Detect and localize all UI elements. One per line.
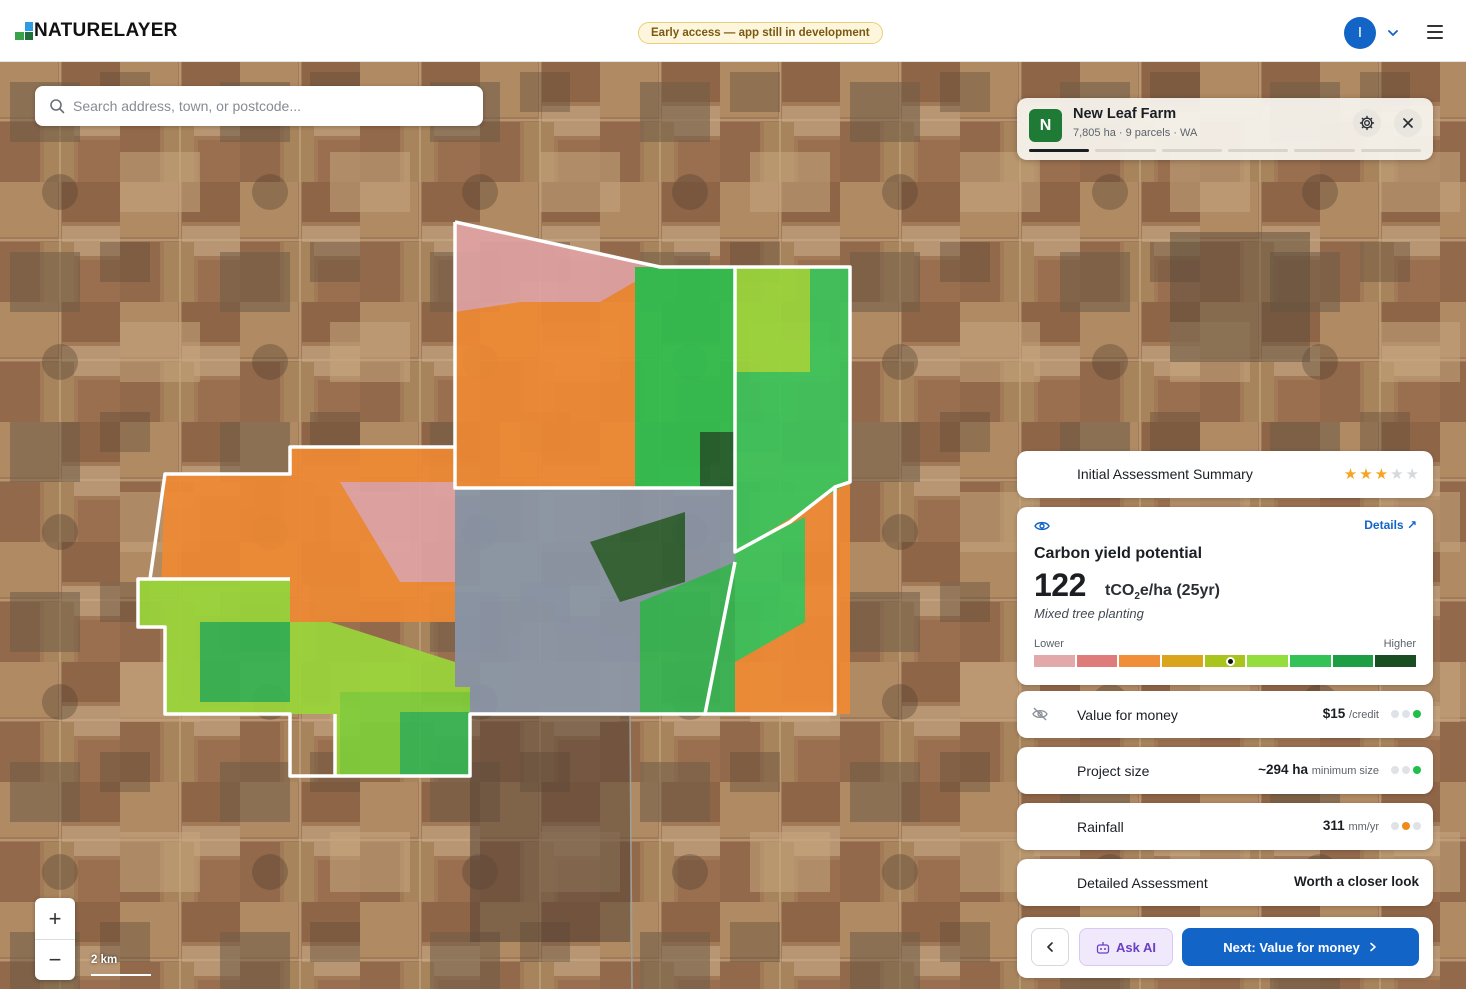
search-icon	[50, 99, 65, 114]
logo-mark-icon	[15, 22, 33, 40]
star-icon: ★	[1390, 466, 1404, 483]
progress-step	[1029, 149, 1090, 152]
dev-notice-badge: Early access — app still in development	[638, 22, 883, 44]
next-button[interactable]: Next: Value for money	[1182, 928, 1419, 966]
carbon-unit: tCO2e/ha (25yr)	[1105, 582, 1220, 603]
rating-dot	[1402, 822, 1410, 830]
scale-segment	[1076, 655, 1118, 667]
carbon-yield-card: Details ↗ Carbon yield potential 122 tCO…	[1017, 507, 1433, 685]
rating-dot	[1391, 710, 1399, 718]
metric-label: Rainfall	[1077, 819, 1124, 835]
map-scale-bar: 2 km	[91, 954, 151, 976]
chevron-down-icon[interactable]	[1386, 26, 1400, 40]
progress-step	[1360, 149, 1421, 152]
star-icon: ★	[1374, 466, 1389, 483]
chevron-right-icon	[1369, 942, 1376, 952]
close-icon	[1403, 118, 1413, 128]
rating-dot	[1402, 710, 1410, 718]
rating-dot	[1413, 822, 1421, 830]
metric-rating-dots	[1391, 822, 1421, 830]
carbon-title: Carbon yield potential	[1034, 545, 1203, 562]
progress-step	[1161, 149, 1222, 152]
rating-dot	[1402, 766, 1410, 774]
scale-segment	[1247, 655, 1289, 667]
detailed-assessment[interactable]: Detailed Assessment Worth a closer look	[1017, 859, 1433, 906]
summary-label: Initial Assessment Summary	[1077, 466, 1253, 482]
metric-rating-dots	[1391, 710, 1421, 718]
next-label: Next: Value for money	[1223, 939, 1360, 955]
star-icon: ★	[1359, 466, 1373, 483]
metric-value: ~294 ha minimum size	[1258, 762, 1379, 777]
arrow-up-right-icon: ↗	[1406, 518, 1417, 532]
carbon-subtitle: Mixed tree planting	[1034, 606, 1144, 621]
chevron-left-icon	[1047, 942, 1053, 952]
rating-dot	[1413, 766, 1421, 774]
gear-icon	[1359, 115, 1375, 131]
metric-rainfall[interactable]: Rainfall 311 mm/yr	[1017, 803, 1433, 850]
detailed-label: Detailed Assessment	[1077, 875, 1208, 891]
search-bar[interactable]	[35, 86, 483, 126]
rating-dot	[1391, 822, 1399, 830]
action-bar: Ask AI Next: Value for money	[1017, 917, 1433, 978]
metric-project-size[interactable]: Project size ~294 ha minimum size	[1017, 747, 1433, 794]
scale-segment	[1034, 655, 1075, 667]
scale-segment	[1290, 655, 1331, 667]
farm-settings-button[interactable]	[1353, 109, 1381, 137]
ask-ai-label: Ask AI	[1116, 939, 1156, 955]
scale-low-label: Lower	[1034, 638, 1064, 650]
rating-dot	[1413, 710, 1421, 718]
metric-value-for-money[interactable]: Value for money $15 /credit	[1017, 691, 1433, 738]
back-button[interactable]	[1031, 928, 1069, 966]
map-view[interactable]: + − 2 km N New Leaf Farm 7,805 ha · 9 pa…	[0, 62, 1466, 989]
metric-value: $15 /credit	[1322, 706, 1379, 721]
step-progress	[1029, 149, 1421, 152]
eye-off-icon[interactable]	[1032, 707, 1048, 721]
star-icon: ★	[1405, 466, 1419, 483]
scale-marker	[1225, 657, 1235, 666]
metric-label: Project size	[1077, 763, 1150, 779]
metric-value: 311 mm/yr	[1322, 818, 1379, 833]
progress-step	[1294, 149, 1355, 152]
ask-ai-button[interactable]: Ask AI	[1079, 928, 1173, 966]
scale-segment	[1119, 655, 1161, 667]
hamburger-menu-icon[interactable]	[1427, 25, 1443, 39]
rating-dot	[1391, 766, 1399, 774]
search-input[interactable]	[73, 98, 463, 114]
farm-badge: N	[1029, 109, 1062, 142]
star-icon: ★	[1343, 466, 1358, 483]
detailed-value: Worth a closer look	[1293, 874, 1419, 889]
top-bar: NATURELAYER Early access — app still in …	[0, 0, 1466, 62]
zoom-controls: + −	[35, 898, 75, 980]
progress-step	[1095, 149, 1156, 152]
carbon-value: 122	[1034, 567, 1086, 603]
scale-segment	[1375, 655, 1417, 667]
zoom-out-button[interactable]: −	[35, 939, 75, 980]
details-link[interactable]: Details ↗	[1364, 518, 1417, 532]
initial-assessment-summary[interactable]: Initial Assessment Summary ★ ★ ★ ★ ★	[1017, 451, 1433, 498]
farm-name: New Leaf Farm	[1073, 106, 1177, 122]
scale-segment	[1162, 655, 1203, 667]
robot-icon	[1096, 941, 1110, 954]
farm-header-card: N New Leaf Farm 7,805 ha · 9 parcels · W…	[1017, 98, 1433, 160]
zoom-in-button[interactable]: +	[35, 898, 75, 939]
logo[interactable]: NATURELAYER	[15, 20, 178, 42]
metric-label: Value for money	[1077, 707, 1178, 723]
avatar[interactable]: I	[1344, 17, 1376, 49]
farm-meta: 7,805 ha · 9 parcels · WA	[1073, 127, 1198, 139]
logo-text: NATURELAYER	[34, 20, 178, 41]
scale-segment	[1332, 655, 1374, 667]
close-farm-button[interactable]	[1394, 109, 1422, 137]
scale-high-label: Higher	[1383, 638, 1416, 650]
rating-stars: ★ ★ ★ ★ ★	[1344, 467, 1419, 482]
progress-step	[1227, 149, 1289, 152]
metric-rating-dots	[1391, 766, 1421, 774]
eye-icon[interactable]	[1034, 519, 1050, 533]
